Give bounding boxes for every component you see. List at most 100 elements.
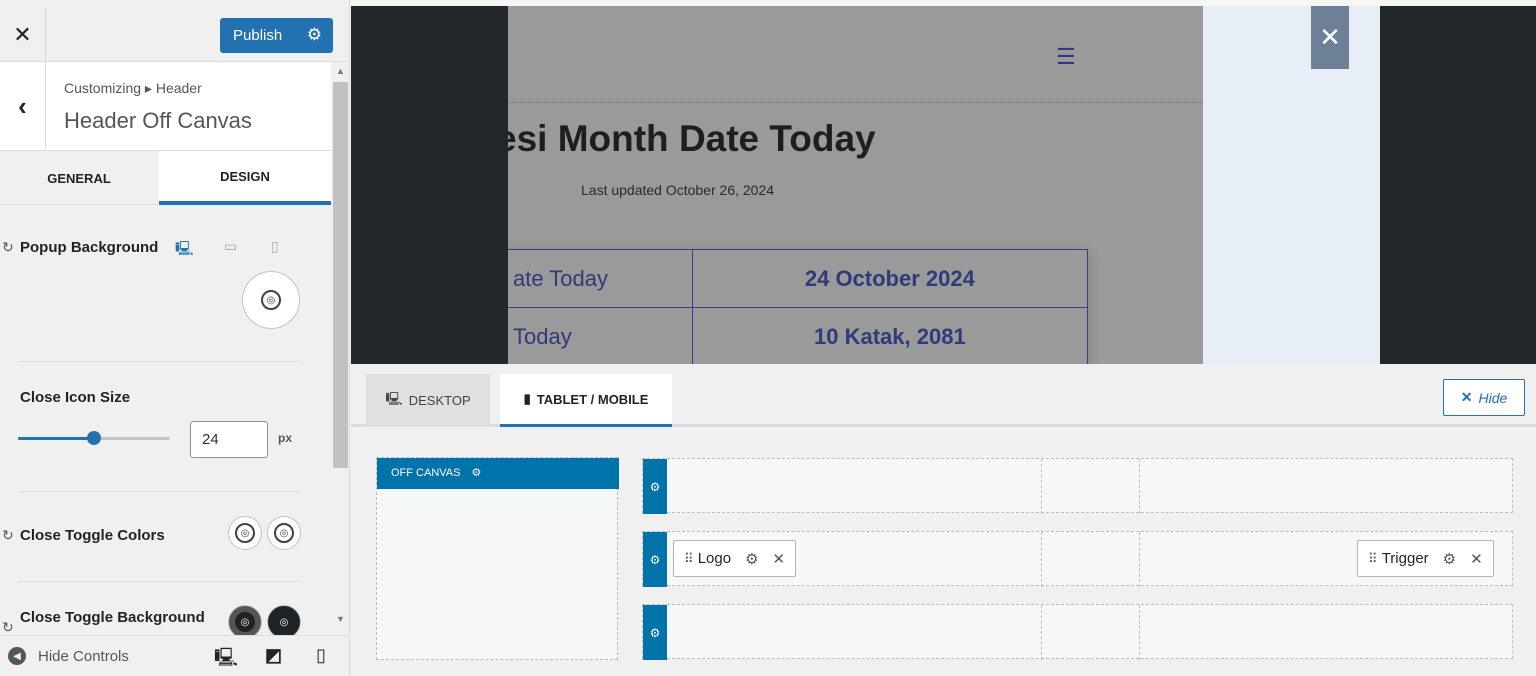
close-toggle-color-picker[interactable]: ◎ [228,516,262,550]
remove-trigger-icon[interactable]: ✕ [1470,550,1483,568]
globe-icon: ◎ [235,612,255,632]
close-icon-size-input[interactable]: 24 [190,421,268,458]
trigger-item[interactable]: ⠿ Trigger ⚙ ✕ [1357,540,1494,577]
customizer-panel: ✕ Publish ⚙ ‹ Customizing ▸ Header Heade… [0,0,350,676]
table-row: ate Today 24 October 2024 [508,249,1089,308]
off-canvas-close-icon[interactable]: ✕ [1311,6,1349,69]
last-updated-text: Last updated October 26, 2024 [581,182,775,198]
builder-row-main[interactable]: ⚙ ⠿ Logo ⚙ ✕ ⠿ Trigger ⚙ ✕ [642,531,1513,587]
builder-tab-desktop-label: DESKTOP [408,393,471,408]
scroll-up-icon[interactable]: ▲ [336,66,345,76]
tab-design[interactable]: DESIGN [159,151,331,205]
desktop-icon: 🖳 [385,390,403,406]
hide-controls-button[interactable]: ◀ Hide Controls [8,647,129,665]
slider-thumb[interactable] [87,431,101,445]
row-settings-gear-icon[interactable]: ⚙ [643,459,667,514]
trigger-label: Trigger [1381,550,1429,567]
drag-handle-icon[interactable]: ⠿ [684,551,694,566]
panel-tabs: GENERAL DESIGN [0,151,331,205]
globe-icon: ◎ [274,523,294,543]
site-preview: ☰ esi Month Date Today Last updated Octo… [351,0,1536,364]
breadcrumb: Customizing ▸ Header [64,80,202,96]
close-toggle-hover-color-picker[interactable]: ◎ [267,516,301,550]
tablet-device-icon[interactable]: ▭ [224,238,237,255]
customizer-footer: ◀ Hide Controls 🖳 ◩ ▯ [0,635,349,676]
panel-scrollbar[interactable]: ▲ ▼ [331,62,349,635]
back-button[interactable]: ‹ [0,62,46,151]
table-cell-key: Today [508,307,693,364]
close-customizer-button[interactable]: ✕ [0,8,46,62]
collapse-arrow-icon: ◀ [8,647,26,665]
popup-background-color-picker[interactable]: ◎ [242,271,300,329]
reset-close-toggle-colors-icon[interactable]: ↻ [2,527,14,544]
close-icon-size-slider[interactable] [18,431,170,445]
off-canvas-settings-gear-icon[interactable]: ⚙ [472,467,482,479]
slider-fill [18,437,94,440]
preview-tablet-icon[interactable]: ◩ [265,645,282,666]
builder-tab-mobile-label: TABLET / MOBILE [536,391,649,407]
column-divider [1041,532,1042,587]
table-cell-key: ate Today [508,249,693,308]
builder-tabbar: 🖳 DESKTOP ▮ TABLET / MOBILE ✕ Hide [351,364,1536,427]
reset-popup-background-icon[interactable]: ↻ [2,239,14,256]
preview-desktop-icon[interactable]: 🖳 [214,645,238,675]
trigger-settings-gear-icon[interactable]: ⚙ [1443,550,1456,568]
off-canvas-label: OFF CANVAS [391,467,461,479]
header-builder: 🖳 DESKTOP ▮ TABLET / MOBILE ✕ Hide OFF C… [351,364,1536,676]
divider [18,581,301,582]
section-title: Header Off Canvas [64,108,252,133]
drag-handle-icon[interactable]: ⠿ [1368,551,1378,566]
column-divider [1139,605,1140,660]
date-table: ate Today 24 October 2024 Today 10 Katak… [508,249,1089,364]
divider [18,361,301,362]
row-settings-gear-icon[interactable]: ⚙ [643,532,667,587]
hide-builder-label: Hide [1478,389,1508,406]
column-divider [1041,605,1042,660]
off-canvas-header[interactable]: OFF CANVAS ⚙ [377,458,619,489]
globe-icon: ◎ [261,290,281,310]
hide-builder-button[interactable]: ✕ Hide [1443,379,1525,416]
popup-background-label: Popup Background [20,239,159,256]
remove-logo-icon[interactable]: ✕ [773,550,786,568]
header-divider [508,102,1203,103]
hide-controls-label: Hide Controls [38,647,129,665]
scroll-thumb[interactable] [333,82,348,468]
mobile-icon: ▮ [523,391,531,406]
close-toggle-background-label: Close Toggle Background [20,609,205,626]
desktop-device-icon[interactable]: 🖳 [175,238,194,262]
section-header: ‹ Customizing ▸ Header Header Off Canvas [0,62,331,151]
reset-close-toggle-background-icon[interactable]: ↻ [2,619,14,636]
builder-tab-desktop[interactable]: 🖳 DESKTOP [366,374,490,427]
publish-settings-gear-icon[interactable]: ⚙ [307,25,322,45]
unit-label: px [278,431,293,445]
builder-row-top[interactable]: ⚙ [642,458,1513,514]
publish-button[interactable]: Publish ⚙ [220,18,333,53]
publish-label: Publish [233,27,283,44]
mobile-device-icon[interactable]: ▯ [271,238,279,255]
menu-hamburger-icon[interactable]: ☰ [1056,44,1076,70]
close-toggle-colors-label: Close Toggle Colors [20,527,165,544]
tab-general[interactable]: GENERAL [0,151,158,205]
builder-row-bottom[interactable]: ⚙ [642,604,1513,660]
customizer-topbar: ✕ Publish ⚙ [0,0,349,62]
logo-item-label: ⠿ Logo [684,550,731,567]
table-cell-value: 10 Katak, 2081 [691,307,1089,364]
close-toggle-background-hover-picker[interactable]: ◎ [267,605,301,639]
divider [18,491,301,492]
close-icon: ✕ [1460,389,1473,405]
table-cell-value: 24 October 2024 [691,249,1089,308]
globe-icon: ◎ [274,612,294,632]
off-canvas-popup [1203,6,1380,364]
close-icon-size-label: Close Icon Size [20,389,131,406]
builder-tab-tablet-mobile[interactable]: ▮ TABLET / MOBILE [500,374,672,427]
logo-settings-gear-icon[interactable]: ⚙ [745,550,758,568]
scroll-down-icon[interactable]: ▼ [336,614,345,624]
design-controls: ↻ Popup Background 🖳 ▭ ▯ ◎ Close Icon Si… [0,205,331,639]
preview-mobile-icon[interactable]: ▯ [316,645,326,666]
off-canvas-drop-area[interactable]: OFF CANVAS ⚙ [376,457,619,660]
logo-item[interactable]: ⠿ Logo ⚙ ✕ [673,540,797,577]
preview-page: ☰ esi Month Date Today Last updated Octo… [508,6,1203,364]
row-settings-gear-icon[interactable]: ⚙ [643,605,667,660]
column-divider [1041,459,1042,514]
close-toggle-background-picker[interactable]: ◎ [228,605,262,639]
